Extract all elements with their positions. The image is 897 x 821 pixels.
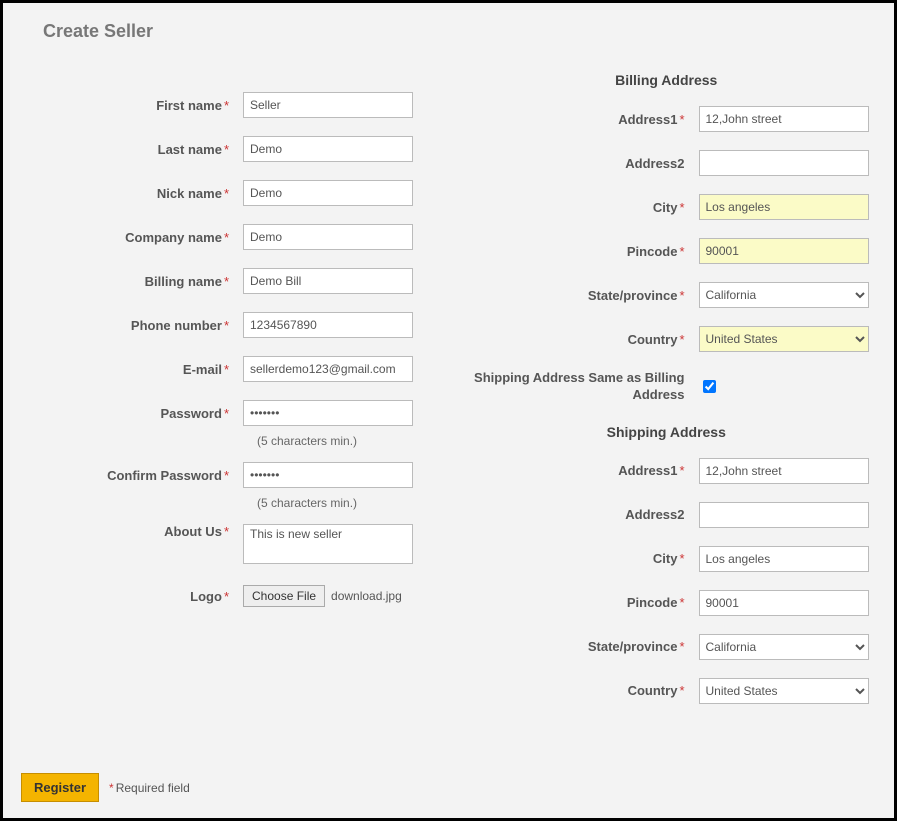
billing-address2-input[interactable] (699, 150, 869, 176)
billing-pincode-label: Pincode* (459, 244, 699, 259)
shipping-address1-input[interactable] (699, 458, 869, 484)
nick-name-input[interactable] (243, 180, 413, 206)
shipping-pincode-input[interactable] (699, 590, 869, 616)
logo-row: Logo* Choose File download.jpg (23, 585, 439, 607)
footer-bar: Register *Required field (21, 773, 190, 802)
first-name-row: First name* (23, 92, 439, 118)
shipping-state-select[interactable]: California (699, 634, 869, 660)
billing-name-input[interactable] (243, 268, 413, 294)
shipping-state-label: State/province* (459, 639, 699, 654)
last-name-label: Last name* (23, 142, 243, 157)
billing-address-heading: Billing Address (459, 72, 875, 88)
confirm-password-row: Confirm Password* (23, 462, 439, 488)
nick-name-row: Nick name* (23, 180, 439, 206)
first-name-label: First name* (23, 98, 243, 113)
shipping-city-input[interactable] (699, 546, 869, 572)
billing-address1-label: Address1* (459, 112, 699, 127)
billing-name-label: Billing name* (23, 274, 243, 289)
shipping-address1-label: Address1* (459, 463, 699, 478)
billing-pincode-input[interactable] (699, 238, 869, 264)
billing-country-label: Country* (459, 332, 699, 347)
email-label: E-mail* (23, 362, 243, 377)
about-us-row: About Us* (23, 524, 439, 567)
billing-state-row: State/province* California (459, 282, 875, 308)
email-input[interactable] (243, 356, 413, 382)
required-note: *Required field (107, 781, 190, 795)
billing-address1-input[interactable] (699, 106, 869, 132)
billing-pincode-row: Pincode* (459, 238, 875, 264)
last-name-input[interactable] (243, 136, 413, 162)
email-row: E-mail* (23, 356, 439, 382)
same-as-billing-label: Shipping Address Same as Billing Address (459, 370, 699, 404)
confirm-password-input[interactable] (243, 462, 413, 488)
nick-name-label: Nick name* (23, 186, 243, 201)
shipping-state-row: State/province* California (459, 634, 875, 660)
phone-label: Phone number* (23, 318, 243, 333)
password-hint: (5 characters min.) (257, 434, 439, 448)
billing-state-select[interactable]: California (699, 282, 869, 308)
billing-city-label: City* (459, 200, 699, 215)
last-name-row: Last name* (23, 136, 439, 162)
password-label: Password* (23, 406, 243, 421)
shipping-country-label: Country* (459, 683, 699, 698)
page-title: Create Seller (3, 3, 894, 42)
first-name-input[interactable] (243, 92, 413, 118)
same-as-billing-row: Shipping Address Same as Billing Address (459, 370, 875, 404)
shipping-address2-input[interactable] (699, 502, 869, 528)
about-us-textarea[interactable] (243, 524, 413, 564)
billing-address2-row: Address2 (459, 150, 875, 176)
logo-choose-file-button[interactable]: Choose File (243, 585, 325, 607)
shipping-address2-row: Address2 (459, 502, 875, 528)
phone-input[interactable] (243, 312, 413, 338)
shipping-pincode-row: Pincode* (459, 590, 875, 616)
billing-country-select[interactable]: United States (699, 326, 869, 352)
billing-address1-row: Address1* (459, 106, 875, 132)
same-as-billing-checkbox[interactable] (703, 380, 716, 393)
billing-state-label: State/province* (459, 288, 699, 303)
company-name-label: Company name* (23, 230, 243, 245)
confirm-password-hint: (5 characters min.) (257, 496, 439, 510)
shipping-address1-row: Address1* (459, 458, 875, 484)
billing-address2-label: Address2 (459, 156, 699, 171)
company-name-row: Company name* (23, 224, 439, 250)
shipping-pincode-label: Pincode* (459, 595, 699, 610)
billing-city-row: City* (459, 194, 875, 220)
shipping-city-row: City* (459, 546, 875, 572)
shipping-country-select[interactable]: United States (699, 678, 869, 704)
logo-filename: download.jpg (331, 589, 402, 603)
password-row: Password* (23, 400, 439, 426)
form-area: First name* Last name* Nick name* Compan… (3, 42, 894, 742)
seller-details-column: First name* Last name* Nick name* Compan… (23, 52, 439, 722)
shipping-country-row: Country* United States (459, 678, 875, 704)
shipping-address-heading: Shipping Address (459, 424, 875, 440)
billing-name-row: Billing name* (23, 268, 439, 294)
billing-country-row: Country* United States (459, 326, 875, 352)
shipping-city-label: City* (459, 551, 699, 566)
password-input[interactable] (243, 400, 413, 426)
page-container: Create Seller First name* Last name* Nic… (0, 0, 897, 821)
confirm-password-label: Confirm Password* (23, 468, 243, 483)
addresses-column: Billing Address Address1* Address2 City*… (459, 52, 875, 722)
logo-label: Logo* (23, 589, 243, 604)
company-name-input[interactable] (243, 224, 413, 250)
billing-city-input[interactable] (699, 194, 869, 220)
phone-row: Phone number* (23, 312, 439, 338)
shipping-address2-label: Address2 (459, 507, 699, 522)
about-us-label: About Us* (23, 524, 243, 539)
register-button[interactable]: Register (21, 773, 99, 802)
